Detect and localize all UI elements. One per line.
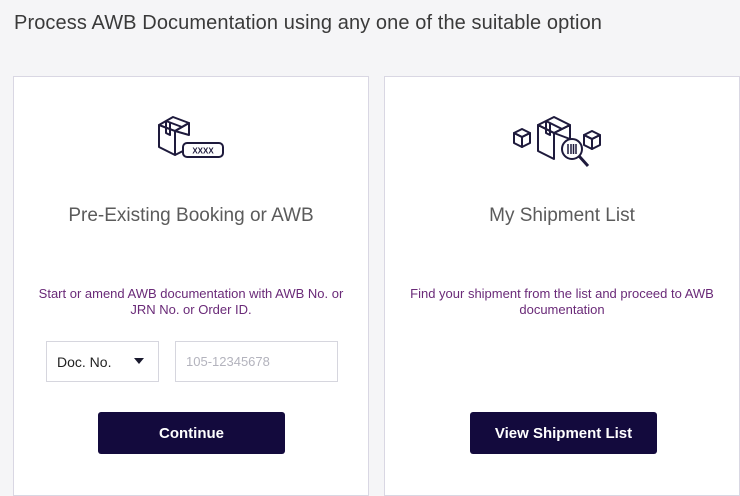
package-awb-icon: XXXX bbox=[153, 113, 225, 170]
doc-type-select[interactable]: Doc. No. bbox=[46, 341, 159, 382]
packages-search-icon bbox=[508, 113, 612, 174]
view-shipment-list-button[interactable]: View Shipment List bbox=[470, 412, 657, 454]
doc-number-input[interactable] bbox=[175, 341, 338, 382]
card-description-shipments: Find your shipment from the list and pro… bbox=[410, 286, 714, 317]
card-description-existing: Start or amend AWB documentation with AW… bbox=[38, 286, 344, 317]
card-title-existing: Pre-Existing Booking or AWB bbox=[68, 205, 314, 226]
doc-type-value: Doc. No. bbox=[57, 353, 112, 370]
continue-button[interactable]: Continue bbox=[98, 412, 285, 454]
chevron-down-icon bbox=[134, 358, 144, 364]
icon-badge-text: XXXX bbox=[192, 147, 214, 156]
existing-booking-card: XXXX Pre-Existing Booking or AWB Start o… bbox=[13, 76, 369, 496]
page-title: Process AWB Documentation using any one … bbox=[14, 12, 603, 34]
card-title-shipments: My Shipment List bbox=[489, 205, 635, 226]
shipment-list-card: My Shipment List Find your shipment from… bbox=[384, 76, 740, 496]
